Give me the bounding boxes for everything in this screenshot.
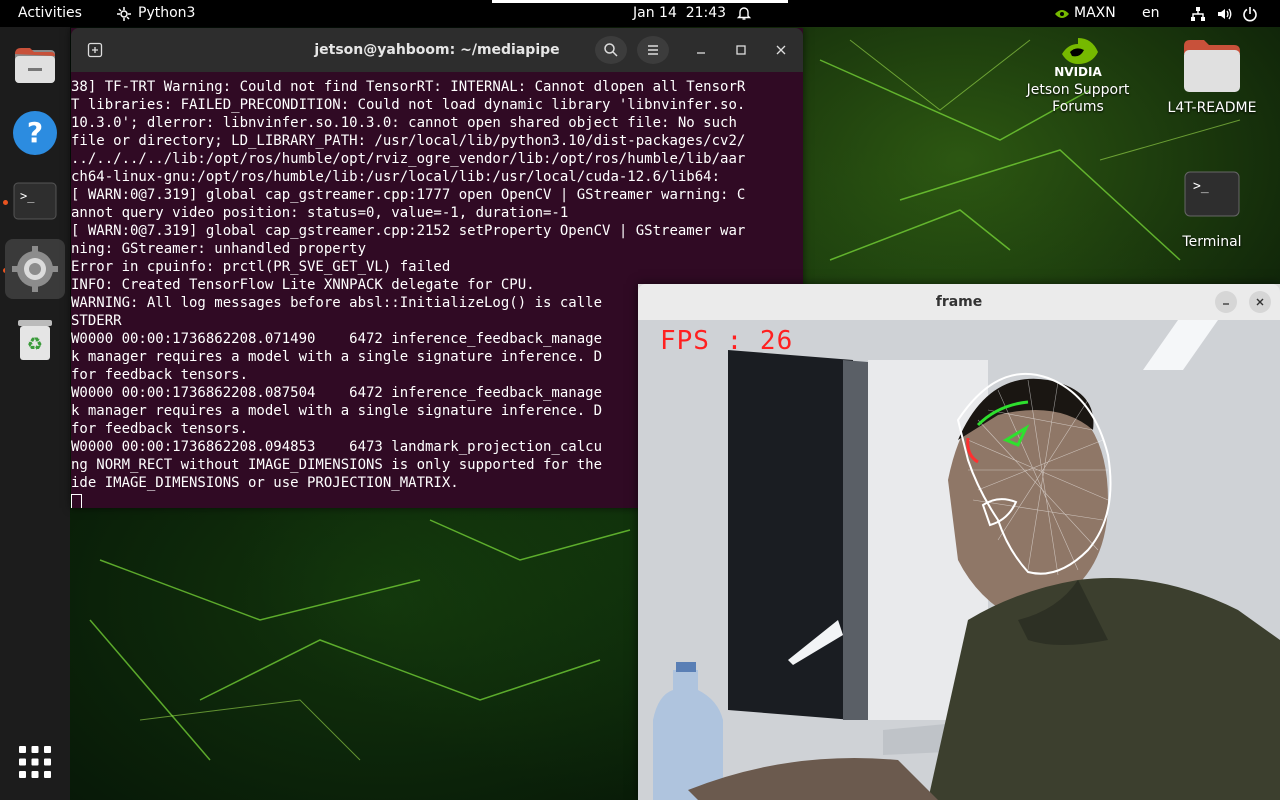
- desktop-icon-label: Forums: [1052, 99, 1104, 115]
- terminal-line: k manager requires a model with a single…: [71, 403, 603, 419]
- terminal-line: k manager requires a model with a single…: [71, 349, 603, 365]
- desktop-icon-terminal[interactable]: >_ Terminal: [1160, 170, 1264, 251]
- svg-text:♻: ♻: [27, 334, 43, 355]
- power-mode-label: MAXN: [1074, 5, 1116, 21]
- top-bar: Activities Python3 Jan 14 21:43 MAXN en: [0, 0, 1280, 27]
- terminal-line: [ WARN:0@7.319] global cap_gstreamer.cpp…: [71, 187, 746, 203]
- minimize-button[interactable]: [1215, 291, 1237, 313]
- desktop-icon-jetson-forums[interactable]: NVIDIA Jetson Support Forums: [1018, 34, 1138, 116]
- minimize-button[interactable]: [687, 36, 715, 64]
- terminal-line: INFO: Created TensorFlow Lite XNNPACK de…: [71, 277, 535, 293]
- search-button[interactable]: [595, 36, 627, 64]
- terminal-line: ng NORM_RECT without IMAGE_DIMENSIONS is…: [71, 457, 603, 473]
- terminal-line: annot query video position: status=0, va…: [71, 205, 569, 221]
- system-tray[interactable]: [1190, 0, 1258, 27]
- desktop-icon-label: Jetson Support: [1026, 82, 1130, 98]
- fps-counter: FPS : 26: [660, 326, 794, 356]
- new-tab-icon: [87, 42, 103, 58]
- svg-text:>_: >_: [1193, 179, 1209, 194]
- app-menu-label: Python3: [138, 5, 196, 21]
- app-menu[interactable]: Python3: [116, 0, 195, 27]
- frame-titlebar[interactable]: frame: [638, 284, 1280, 320]
- frame-title: frame: [935, 294, 983, 310]
- language-indicator[interactable]: en: [1142, 0, 1160, 27]
- python-app-icon: [117, 6, 131, 21]
- activities-button[interactable]: Activities: [18, 0, 82, 27]
- terminal-line: WARNING: All log messages before absl::I…: [71, 295, 603, 311]
- network-icon: [1191, 6, 1205, 21]
- terminal-line: for feedback tensors.: [71, 367, 249, 383]
- power-mode-indicator[interactable]: MAXN: [1054, 0, 1116, 27]
- terminal-line: ../../../../lib:/opt/ros/humble/opt/rviz…: [71, 151, 746, 167]
- desktop-icon-label: Terminal: [1182, 234, 1242, 250]
- files-icon[interactable]: [12, 42, 58, 88]
- close-icon: [776, 45, 786, 55]
- terminal-titlebar[interactable]: jetson@yahboom: ~/mediapipe: [71, 28, 803, 72]
- terminal-line: file or directory; LD_LIBRARY_PATH: /usr…: [71, 133, 746, 149]
- camera-view: FPS : 26: [638, 320, 1280, 800]
- maximize-icon: [736, 45, 746, 55]
- terminal-icon[interactable]: >_: [12, 178, 58, 224]
- terminal-line: W0000 00:00:1736862208.087504 6472 infer…: [71, 385, 603, 401]
- terminal-line: Error in cpuinfo: prctl(PR_SVE_GET_VL) f…: [71, 259, 451, 275]
- menu-button[interactable]: [637, 36, 669, 64]
- hamburger-menu-icon: [648, 45, 658, 55]
- terminal-icon: >_: [1184, 171, 1240, 217]
- svg-text:?: ?: [27, 116, 43, 149]
- volume-icon: [1218, 8, 1232, 19]
- camera-scene: [638, 320, 1280, 800]
- terminal-line: T libraries: FAILED_PRECONDITION: Could …: [71, 97, 746, 113]
- terminal-line: ning: GStreamer: unhandled property: [71, 241, 367, 257]
- search-icon: [604, 43, 618, 57]
- maximize-button[interactable]: [727, 36, 755, 64]
- frame-window[interactable]: frame FPS: 26: [638, 284, 1280, 800]
- svg-text:>_: >_: [20, 189, 35, 203]
- terminal-line: 10.3.0'; dlerror: libnvinfer.so.10.3.0: …: [71, 115, 737, 131]
- close-button[interactable]: [1249, 291, 1271, 313]
- terminal-line: W0000 00:00:1736862208.094853 6473 landm…: [71, 439, 603, 455]
- desktop-icon-label: L4T-README: [1167, 100, 1257, 116]
- close-button[interactable]: [767, 36, 795, 64]
- minimize-icon: [1223, 303, 1229, 305]
- terminal-line: 38] TF-TRT Warning: Could not find Tenso…: [71, 79, 746, 95]
- nvidia-logo-icon: NVIDIA: [1054, 38, 1102, 79]
- terminal-line: ide IMAGE_DIMENSIONS or use PROJECTION_M…: [71, 475, 459, 491]
- desktop-icon-l4t-readme[interactable]: L4T-README: [1160, 38, 1264, 117]
- nvidia-eye-icon: [1055, 9, 1069, 18]
- svg-text:NVIDIA: NVIDIA: [1054, 65, 1102, 78]
- folder-icon: [1184, 40, 1240, 92]
- notification-bell-icon[interactable]: [736, 0, 752, 27]
- terminal-line: for feedback tensors.: [71, 421, 249, 437]
- close-icon: [1256, 298, 1264, 306]
- minimize-icon: [697, 52, 705, 54]
- help-icon[interactable]: ?: [12, 110, 58, 156]
- terminal-line: [ WARN:0@7.319] global cap_gstreamer.cpp…: [71, 223, 746, 239]
- running-indicator: [3, 200, 8, 205]
- clock[interactable]: Jan 14 21:43: [633, 0, 726, 27]
- app-grid-icon[interactable]: [12, 739, 58, 785]
- terminal-line: W0000 00:00:1736862208.071490 6472 infer…: [71, 331, 603, 347]
- settings-icon[interactable]: [5, 239, 65, 299]
- power-icon: [1243, 6, 1257, 21]
- new-tab-button[interactable]: [79, 36, 111, 64]
- terminal-line: ch64-linux-gnu:/opt/ros/humble/lib:/usr/…: [71, 169, 721, 185]
- trash-icon[interactable]: ♻: [12, 317, 58, 363]
- terminal-line: STDERR: [71, 313, 122, 329]
- terminal-cursor: [71, 493, 82, 508]
- dock: ? >_ ♻: [0, 27, 70, 800]
